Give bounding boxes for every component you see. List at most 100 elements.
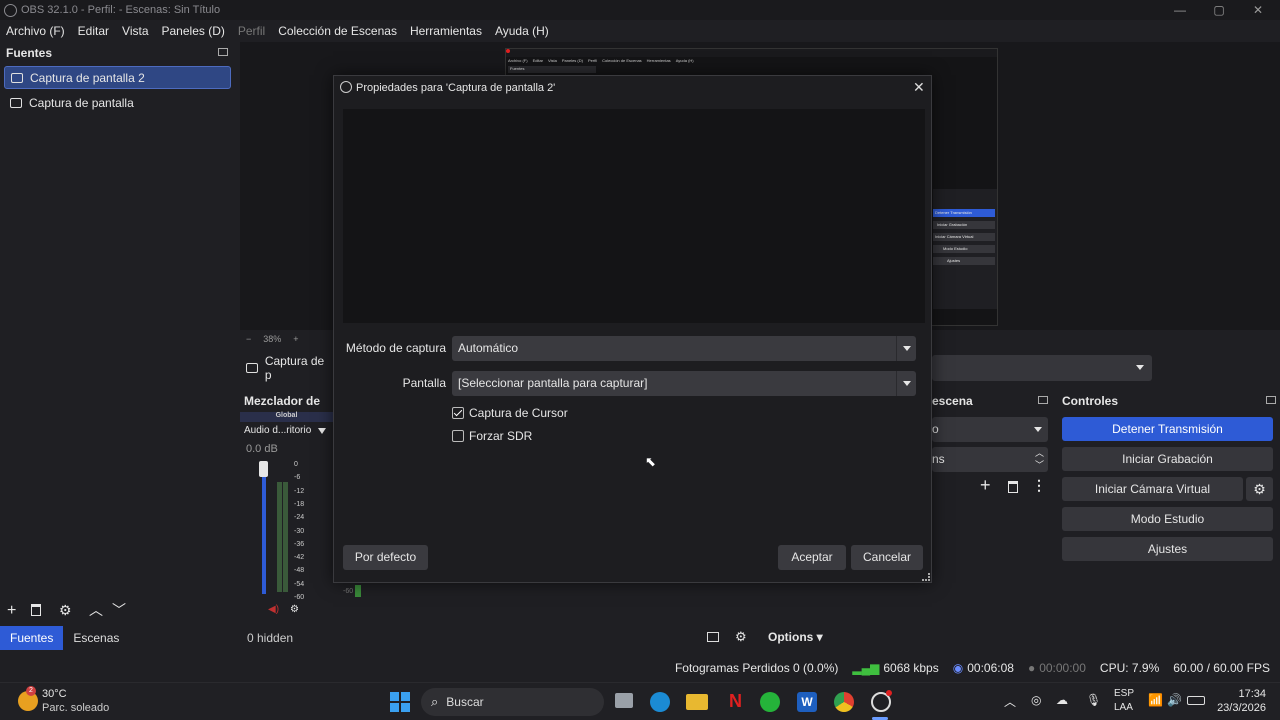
obs-logo-icon [4, 3, 17, 17]
source-select[interactable] [932, 355, 1152, 381]
obs-logo-icon [340, 81, 352, 93]
chrome-icon[interactable] [834, 692, 854, 712]
menu-item-5[interactable]: Colección de Escenas [278, 24, 397, 38]
whatsapp-icon[interactable] [760, 692, 780, 712]
source-item-2[interactable]: Captura de pantalla [4, 91, 363, 115]
cancel-button[interactable]: Cancelar [851, 545, 923, 570]
zoom-out-icon[interactable]: − [246, 334, 251, 344]
search-icon: ⌕ [431, 694, 439, 709]
settings-button[interactable]: Ajustes [1062, 537, 1273, 561]
start-virtual-camera-button[interactable]: Iniciar Cámara Virtual [1062, 477, 1243, 501]
stop-stream-button[interactable]: Detener Transmisión [1062, 417, 1273, 441]
more-options-icon[interactable]: ⋮ [1032, 477, 1046, 494]
ok-button[interactable]: Aceptar [778, 545, 846, 570]
menu-item-0[interactable]: Archivo (F) [6, 24, 65, 38]
source-toolbar: Captura de p [240, 354, 333, 382]
menu-item-6[interactable]: Herramientas [410, 24, 482, 38]
mouse-cursor-icon: ⬉ [645, 454, 656, 469]
chevron-down-icon[interactable] [318, 428, 326, 434]
minimize-icon[interactable]: — [1160, 0, 1200, 20]
small-meter-tick: -60 [343, 588, 354, 595]
menu-item-4[interactable]: Perfil [238, 24, 265, 38]
gear-icon[interactable]: ⚙ [59, 602, 72, 619]
monitor-icon [11, 72, 23, 83]
add-transition-icon[interactable]: + [980, 475, 991, 496]
file-explorer-icon[interactable] [686, 694, 708, 710]
edge-icon[interactable] [650, 692, 670, 712]
cpu-usage: CPU: 7.9% [1099, 661, 1160, 675]
language-code[interactable]: ESP [1114, 688, 1134, 699]
zoom-in-icon[interactable]: + [293, 334, 298, 344]
weather-desc: Parc. soleado [42, 702, 110, 714]
tab-escenas[interactable]: Escenas [63, 626, 129, 650]
maximize-icon[interactable]: ▢ [1199, 0, 1239, 20]
meter-tick-label: -30 [294, 527, 305, 535]
mixer-settings-icon[interactable]: ⚙ [290, 604, 299, 615]
source-item-1[interactable]: Captura de pantalla 2 [4, 66, 374, 90]
taskbar-search[interactable]: ⌕ Buscar [421, 688, 604, 716]
mixer-dock: Mezclador de au Global Audio d...ritorio… [240, 390, 333, 622]
undock-icon[interactable] [1038, 396, 1048, 404]
screen-select[interactable]: [Seleccionar pantalla para capturar] [452, 371, 916, 396]
capture-method-select[interactable]: Automático [452, 336, 916, 361]
bitrate: 6068 kbps [883, 661, 939, 675]
checkbox-unchecked-icon[interactable] [452, 430, 464, 442]
tab-fuentes[interactable]: Fuentes [0, 626, 64, 650]
checkbox-checked-icon[interactable] [452, 407, 464, 419]
battery-icon[interactable] [1187, 696, 1205, 705]
studio-mode-button[interactable]: Modo Estudio [1062, 507, 1273, 531]
microphone-icon[interactable]: 🎙 [1086, 693, 1101, 707]
trash-icon[interactable] [1008, 481, 1018, 493]
zoom-bar: − 38% + [240, 331, 333, 347]
duration-spinbox[interactable]: ns ︿ ﹀ [932, 447, 1048, 472]
meter-tick-label: -12 [294, 487, 305, 495]
close-icon[interactable]: ✕ [913, 79, 925, 96]
settings-icon[interactable]: ⚙ [735, 629, 747, 645]
virtual-camera-gear-icon[interactable]: ⚙ [1246, 477, 1273, 501]
tray-icon[interactable]: ◎ [1031, 693, 1041, 707]
force-sdr-checkbox[interactable]: Forzar SDR [452, 429, 532, 443]
undock-icon[interactable] [218, 48, 228, 56]
capture-method-value: Automático [458, 341, 519, 355]
audio-meter [283, 482, 288, 592]
sources-dock: Fuentes Captura de pantalla 2 Captura de… [0, 42, 374, 624]
close-window-icon[interactable]: ✕ [1238, 0, 1278, 20]
windows-start-icon[interactable] [390, 692, 410, 712]
capture-method-label: Método de captura [345, 341, 446, 355]
volume-slider[interactable] [262, 462, 266, 594]
menu-item-3[interactable]: Paneles (D) [162, 24, 225, 38]
volume-slider-handle[interactable] [259, 461, 268, 477]
chevron-up-icon[interactable]: ︿ [89, 600, 103, 620]
menu-item-2[interactable]: Vista [122, 24, 148, 38]
properties-dialog: Propiedades para 'Captura de pantalla 2'… [333, 75, 932, 583]
transition-select[interactable]: o [932, 417, 1048, 442]
add-source-icon[interactable]: + [7, 602, 16, 620]
mixer-global-label: Global [240, 412, 333, 422]
options-button[interactable]: Options ▾ [768, 630, 823, 644]
chevron-down-icon[interactable]: ﹀ [112, 600, 126, 620]
menu-item-7[interactable]: Ayuda (H) [495, 24, 549, 38]
clock-time[interactable]: 17:34 [1216, 688, 1266, 700]
cursor-capture-checkbox[interactable]: Captura de Cursor [452, 406, 568, 420]
undock-icon[interactable] [1266, 396, 1276, 404]
fps: 60.00 / 60.00 FPS [1173, 661, 1270, 675]
defaults-button[interactable]: Por defecto [343, 545, 428, 570]
wifi-icon[interactable]: 📶 [1148, 693, 1163, 707]
task-view-icon[interactable] [615, 693, 633, 708]
netflix-icon[interactable]: N [729, 691, 742, 712]
word-icon[interactable]: W [797, 692, 817, 712]
start-recording-button[interactable]: Iniciar Grabación [1062, 447, 1273, 471]
volume-icon[interactable]: 🔊 [1167, 693, 1182, 707]
clock-date: 23/3/2026 [1217, 702, 1266, 714]
cloud-icon[interactable]: ☁ [1056, 693, 1068, 707]
chevron-down-icon [896, 371, 916, 396]
layout-icon[interactable] [707, 632, 719, 642]
menu-item-1[interactable]: Editar [78, 24, 109, 38]
mute-icon[interactable]: ◀) [268, 604, 279, 615]
nested-menu-item: Colección de Escenas [602, 58, 642, 63]
meter-tick-label: -6 [294, 474, 301, 482]
resize-grip-icon[interactable] [922, 573, 930, 581]
trash-icon[interactable] [31, 604, 41, 616]
chevron-up-icon[interactable]: ︿ [1004, 693, 1016, 710]
spin-arrows-icon[interactable]: ︿ ﹀ [1035, 447, 1044, 471]
